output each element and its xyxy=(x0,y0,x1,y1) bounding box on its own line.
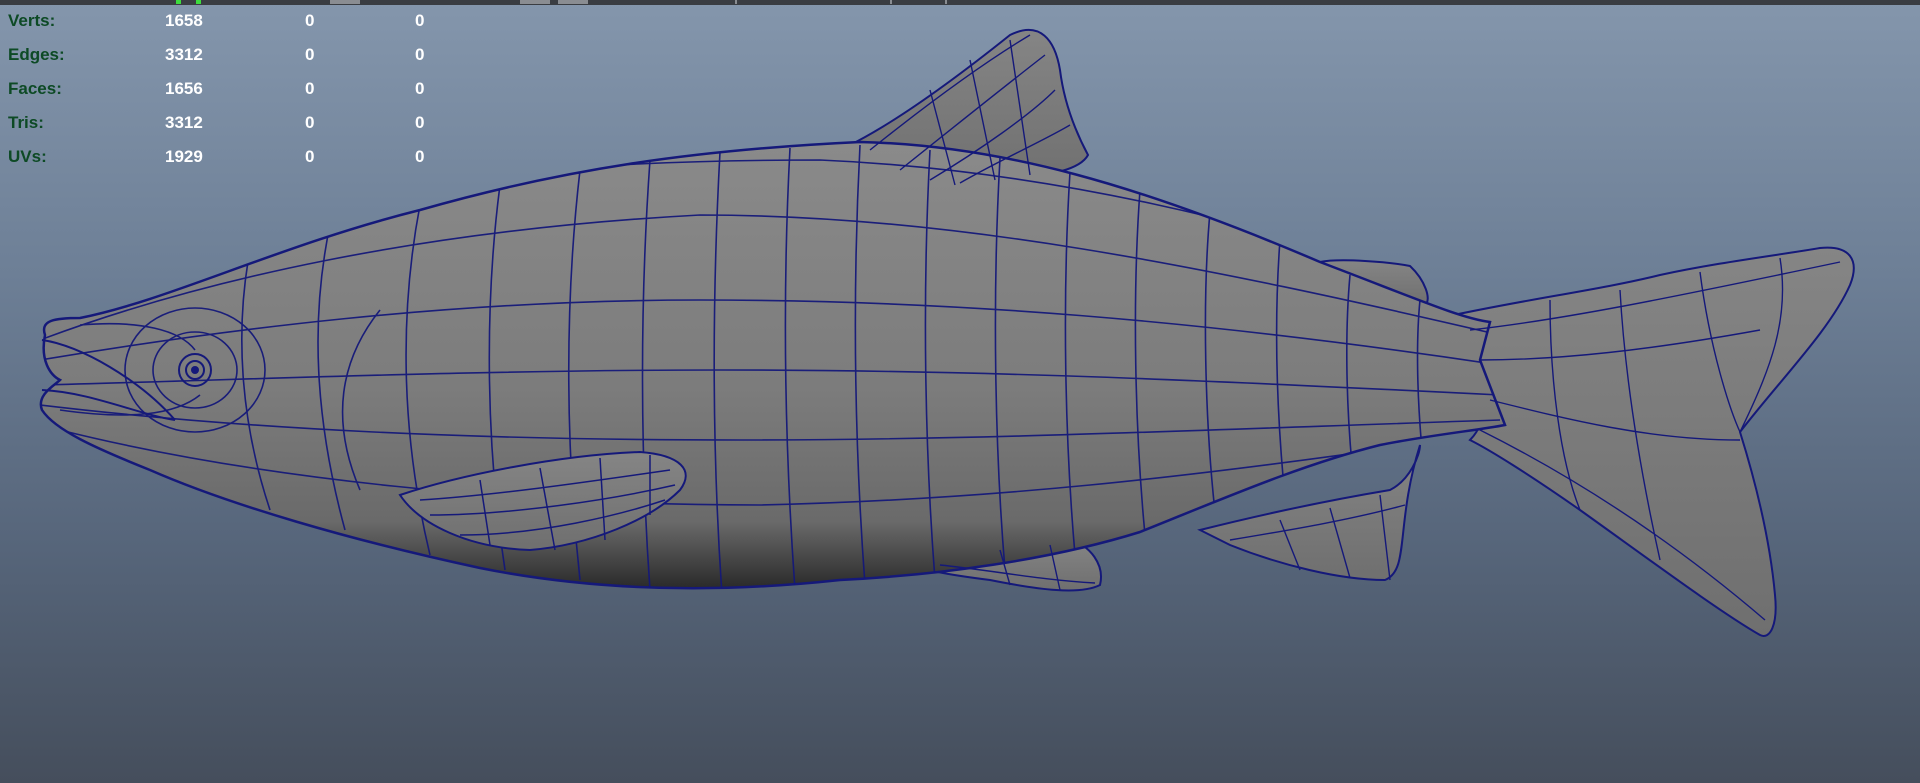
hud-value-total: 1929 xyxy=(165,147,203,166)
hud-label: UVs: xyxy=(8,147,47,166)
hud-row-faces: Faces: 1656 0 0 xyxy=(8,72,455,106)
hud-value-other: 0 xyxy=(415,113,425,132)
3d-viewport[interactable]: Verts: 1658 0 0 Edges: 3312 0 0 Faces: 1… xyxy=(0,0,1920,783)
hud-row-tris: Tris: 3312 0 0 xyxy=(8,106,455,140)
hud-value-selected: 0 xyxy=(305,11,315,30)
hud-label: Verts: xyxy=(8,11,56,30)
hud-value-selected: 0 xyxy=(305,147,315,166)
hud-label: Edges: xyxy=(8,45,65,64)
hud-value-other: 0 xyxy=(415,11,425,30)
hud-value-selected: 0 xyxy=(305,113,315,132)
hud-value-total: 3312 xyxy=(165,45,203,64)
hud-value-other: 0 xyxy=(415,45,425,64)
hud-value-selected: 0 xyxy=(305,45,315,64)
hud-row-edges: Edges: 3312 0 0 xyxy=(8,38,455,72)
hud-row-uvs: UVs: 1929 0 0 xyxy=(8,140,455,174)
hud-label: Tris: xyxy=(8,113,44,132)
hud-value-total: 1658 xyxy=(165,11,203,30)
hud-value-other: 0 xyxy=(415,147,425,166)
hud-value-total: 3312 xyxy=(165,113,203,132)
hud-row-verts: Verts: 1658 0 0 xyxy=(8,4,455,38)
hud-value-total: 1656 xyxy=(165,79,203,98)
hud-label: Faces: xyxy=(8,79,62,98)
hud-value-other: 0 xyxy=(415,79,425,98)
poly-count-hud: Verts: 1658 0 0 Edges: 3312 0 0 Faces: 1… xyxy=(8,4,455,174)
hud-value-selected: 0 xyxy=(305,79,315,98)
